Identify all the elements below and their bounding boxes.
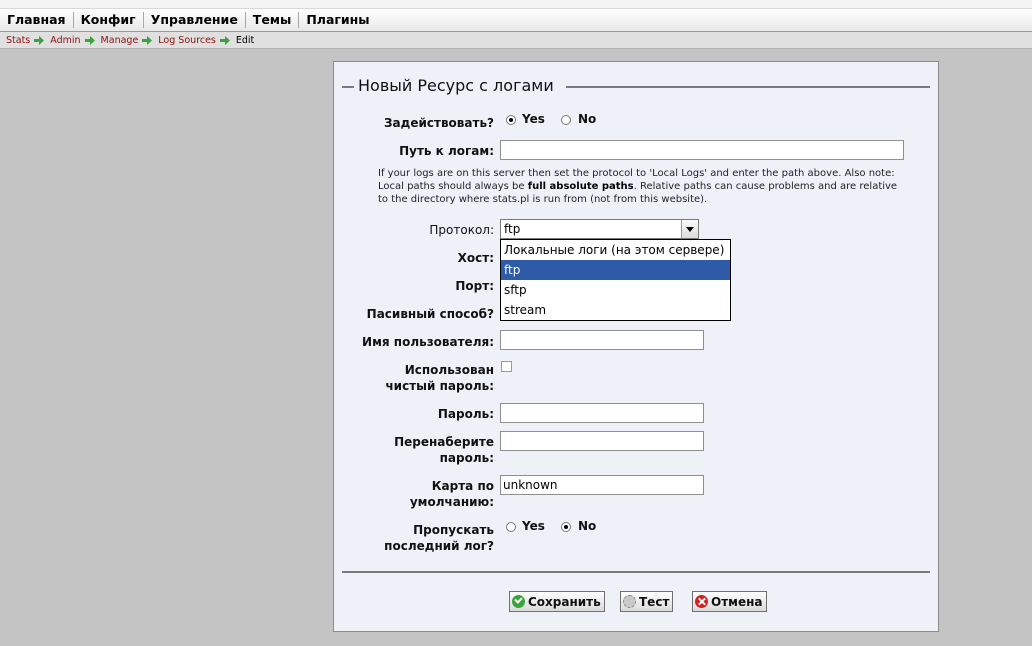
host-label: Хост: [457,251,494,265]
enable-yes-label: Yes [522,112,545,126]
arrow-right-icon [219,35,230,45]
nav-item-config[interactable]: Конфиг [74,12,144,28]
skip-no-label: No [578,519,597,533]
path-note: If your logs are on this server then set… [378,168,898,205]
breadcrumb: Stats Admin Manage Log Sources Edit [0,32,1032,49]
top-navigation: Главная Конфиг Управление Темы Плагины [0,9,1032,32]
protocol-dropdown-list: Локальные логи (на этом сервере) ftp sft… [500,239,731,321]
breadcrumb-log-sources[interactable]: Log Sources [152,35,217,46]
close-icon [695,595,708,608]
password-input[interactable] [500,403,704,423]
port-label: Порт: [455,279,494,293]
gear-icon [623,595,636,608]
nav-item-manage[interactable]: Управление [144,12,246,28]
username-label: Имя пользователя: [362,335,494,349]
password-label: Пароль: [437,407,494,421]
arrow-right-icon [142,35,153,45]
skip-label-line2: последний лог? [384,539,494,553]
arrow-right-icon [84,35,95,45]
chevron-down-icon[interactable] [681,220,698,238]
cleartext-label-line1: Использован [404,363,494,377]
browser-top-strip [0,0,1032,9]
retype-label-line1: Перенаберите [394,435,494,449]
path-input[interactable] [500,140,904,160]
protocol-selected-value: ftp [504,222,521,236]
skip-label-line1: Пропускать [413,523,494,537]
skip-yes-label: Yes [522,519,545,533]
test-button-label: Тест [639,594,670,609]
breadcrumb-current: Edit [235,34,255,46]
enable-no-radio[interactable] [561,115,571,125]
username-input[interactable] [500,330,704,350]
cleartext-checkbox[interactable] [501,361,512,372]
cleartext-label-line2: чистый пароль: [385,379,494,393]
retype-label-line2: пароль: [439,451,494,465]
protocol-option-sftp[interactable]: sftp [501,280,730,300]
cancel-button[interactable]: Отмена [692,591,767,612]
enable-no-label: No [578,112,597,126]
checkmark-icon [512,595,525,608]
protocol-label: Протокол: [429,223,494,237]
map-label-line1: Карта по [431,479,494,493]
breadcrumb-stats[interactable]: Stats [0,35,31,46]
enable-yes-radio[interactable] [506,115,516,125]
passive-label: Пасивный способ? [366,307,494,321]
save-button-label: Сохранить [528,594,601,609]
arrow-right-icon [34,35,45,45]
default-map-input[interactable]: unknown [500,475,704,495]
test-button[interactable]: Тест [620,591,674,612]
log-source-form: Новый Ресурс с логами Задействовать? Yes… [333,61,939,632]
form-divider [342,571,930,573]
nav-item-home[interactable]: Главная [0,12,74,28]
skip-yes-radio[interactable] [506,522,516,532]
save-button[interactable]: Сохранить [509,591,605,612]
protocol-option-ftp[interactable]: ftp [501,260,730,280]
skip-no-radio[interactable] [561,522,571,532]
protocol-option-local[interactable]: Локальные логи (на этом сервере) [501,240,730,260]
protocol-option-stream[interactable]: stream [501,300,730,320]
path-label: Путь к логам: [399,144,494,158]
protocol-select[interactable]: ftp [500,219,699,239]
retype-password-input[interactable] [500,431,704,451]
form-title: Новый Ресурс с логами [356,76,556,95]
legend-line-left [342,86,354,88]
breadcrumb-admin[interactable]: Admin [44,35,81,46]
breadcrumb-manage[interactable]: Manage [95,35,140,46]
cancel-button-label: Отмена [711,594,763,609]
nav-item-themes[interactable]: Темы [246,12,300,28]
enable-label: Задействовать? [384,116,494,130]
map-label-line2: умолчанию: [409,495,494,509]
legend-line-right [566,86,930,88]
nav-item-plugins[interactable]: Плагины [299,12,376,28]
